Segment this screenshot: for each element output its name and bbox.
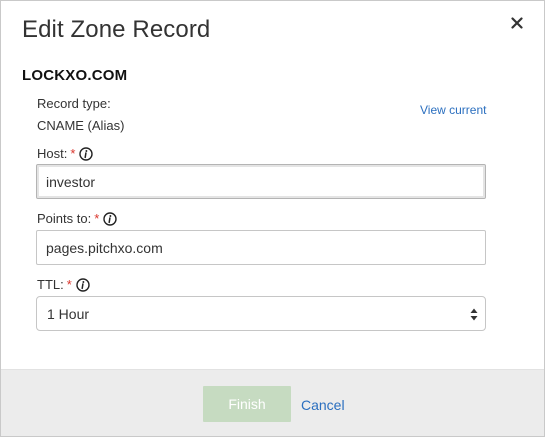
ttl-select[interactable]: 1 Hour xyxy=(36,296,486,331)
cancel-link[interactable]: Cancel xyxy=(301,397,345,413)
dialog-title: Edit Zone Record xyxy=(22,16,211,43)
points-to-label: Points to: * xyxy=(37,211,117,226)
updown-arrows-icon xyxy=(470,308,478,321)
record-type-label: Record type: xyxy=(37,96,111,111)
close-icon xyxy=(511,17,523,29)
host-label: Host: * xyxy=(37,146,94,161)
ttl-selected-value: 1 Hour xyxy=(47,305,90,322)
record-type-label-text: Record type: xyxy=(37,96,111,111)
ttl-required-mark: * xyxy=(66,277,72,292)
ttl-label-text: TTL: xyxy=(37,277,64,292)
domain-name: LOCKXO.COM xyxy=(22,67,128,84)
close-button[interactable] xyxy=(506,12,528,34)
info-icon[interactable] xyxy=(76,277,90,292)
finish-button[interactable]: Finish xyxy=(203,386,291,422)
info-icon[interactable] xyxy=(103,211,117,226)
info-icon[interactable] xyxy=(79,146,94,161)
record-type-value: CNAME (Alias) xyxy=(37,118,125,133)
points-to-required-mark: * xyxy=(94,211,100,226)
dialog-footer: Finish Cancel xyxy=(1,369,544,436)
points-to-label-text: Points to: xyxy=(37,211,92,226)
host-label-text: Host: xyxy=(37,146,68,161)
view-current-link[interactable]: View current xyxy=(420,103,486,117)
host-input[interactable] xyxy=(36,164,486,199)
host-required-mark: * xyxy=(70,146,76,161)
edit-zone-record-dialog: Edit Zone Record LOCKXO.COM Record type:… xyxy=(0,0,545,437)
points-to-input[interactable] xyxy=(36,230,486,265)
ttl-label: TTL: * xyxy=(37,277,90,292)
